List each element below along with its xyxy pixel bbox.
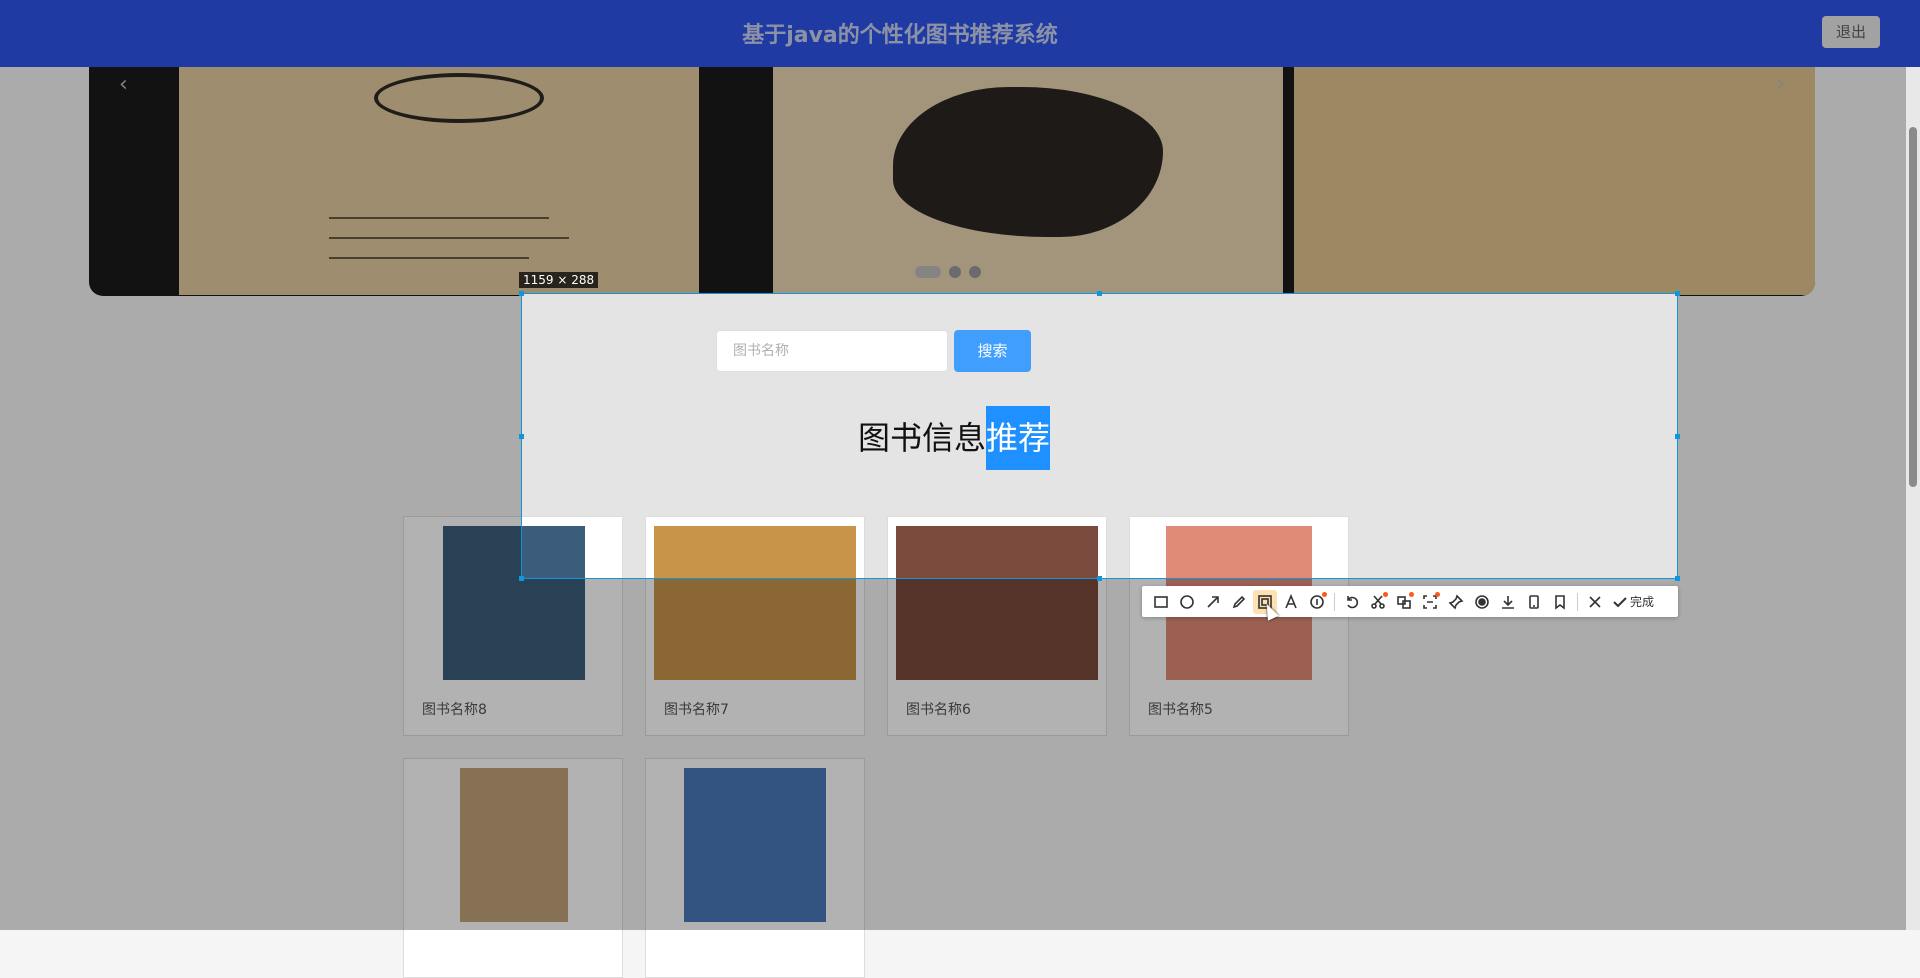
page: ‹ › 基于java的个性化图书推荐系统 退出 图书名称8 图书名称7 图书名称… [0,0,1920,978]
done-button[interactable]: 完成 [1612,593,1654,610]
done-label: 完成 [1630,595,1655,609]
resize-handle[interactable] [519,291,524,296]
site-title: 基于java的个性化图书推荐系统 [742,23,1058,48]
text-icon[interactable] [1279,590,1303,614]
check-icon [1613,596,1627,607]
resize-handle[interactable] [519,434,524,439]
carousel-dot[interactable] [969,266,981,278]
carousel-slide [773,67,1283,295]
book-cover-image [460,768,568,922]
book-title: 图书名称6 [906,702,971,718]
phone-icon[interactable] [1522,590,1546,614]
scissors-icon[interactable] [1366,590,1390,614]
ocr-icon[interactable] [1418,590,1442,614]
logout-button[interactable]: 退出 [1822,16,1880,48]
resize-handle[interactable] [1675,291,1680,296]
number-marker-icon[interactable] [1305,590,1329,614]
screenshot-toolbar: 完成 [1142,586,1678,617]
ellipse-icon[interactable] [1175,590,1199,614]
carousel-dot[interactable] [915,266,941,278]
pencil-icon[interactable] [1227,590,1251,614]
book-card[interactable] [403,758,623,978]
resize-handle[interactable] [1097,291,1102,296]
ink-splat-image [893,87,1163,237]
undo-icon[interactable] [1340,590,1364,614]
bookmark-icon[interactable] [1548,590,1572,614]
top-header: 基于java的个性化图书推荐系统 退出 [0,0,1920,67]
book-cover-image [684,768,826,922]
download-icon[interactable] [1496,590,1520,614]
book-title: 图书名称5 [1148,702,1213,718]
screenshot-selection-box[interactable] [519,291,1680,581]
arrow-icon[interactable] [1201,590,1225,614]
resize-handle[interactable] [519,576,524,581]
selection-size-label: 1159 × 288 [519,272,599,288]
page-scrollbar[interactable] [1906,67,1920,930]
carousel-slide [1294,67,1815,295]
scrollbar-thumb[interactable] [1909,127,1917,487]
rectangle-icon[interactable] [1149,590,1173,614]
record-icon[interactable] [1470,590,1494,614]
close-icon[interactable] [1583,590,1607,614]
book-title: 图书名称8 [422,702,487,718]
brand-logo-image [374,73,544,123]
carousel-indicators [915,266,981,278]
resize-handle[interactable] [1675,434,1680,439]
carousel-dot[interactable] [949,266,961,278]
pin-icon[interactable] [1444,590,1468,614]
book-card[interactable] [645,758,865,978]
translate-icon[interactable] [1392,590,1416,614]
resize-handle[interactable] [1675,576,1680,581]
carousel-slide [179,67,699,295]
chevron-left-icon[interactable]: ‹ [119,72,128,97]
resize-handle[interactable] [1097,576,1102,581]
chevron-right-icon[interactable]: › [1776,72,1785,97]
book-title: 图书名称7 [664,702,729,718]
